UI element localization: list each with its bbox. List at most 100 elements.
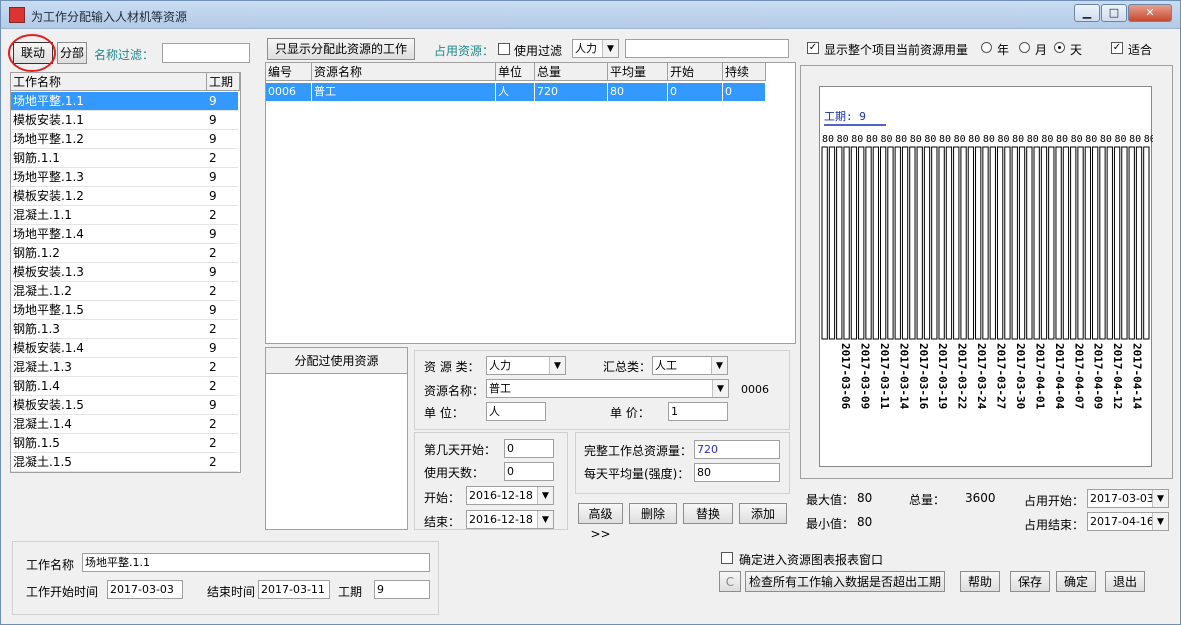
chart-bar	[923, 146, 931, 340]
list-item[interactable]: 混凝土.1.3 2	[11, 358, 238, 377]
list-item[interactable]: 钢筋.1.2 2	[11, 244, 238, 263]
start-date-picker[interactable]: 2016-12-18 ▼	[466, 486, 554, 505]
resource-type-filter-select[interactable]: 人力 ▼	[572, 39, 619, 58]
resource-type-select[interactable]: 人力 ▼	[486, 356, 566, 375]
list-item[interactable]: 混凝土.1.5 2	[11, 453, 238, 472]
start-day-input[interactable]: 0	[504, 439, 554, 458]
c-button[interactable]: C	[719, 571, 741, 592]
end-date-picker[interactable]: 2016-12-18 ▼	[466, 510, 554, 529]
list-item[interactable]: 混凝土.1.1 2	[11, 206, 238, 225]
delete-button[interactable]: 删除	[629, 503, 677, 524]
daily-avg-input[interactable]: 80	[694, 463, 780, 482]
list-item[interactable]: 场地平整.1.4 9	[11, 225, 238, 244]
unit-label: 单 位：	[424, 406, 464, 420]
day-radio[interactable]	[1054, 42, 1065, 53]
list-item[interactable]: 钢筋.1.3 2	[11, 320, 238, 339]
year-radio[interactable]	[981, 42, 992, 53]
list-item[interactable]: 场地平整.1.5 9	[11, 301, 238, 320]
work-name-cell: 场地平整.1.3	[13, 170, 84, 184]
unit-input[interactable]: 人	[486, 402, 546, 421]
show-project-checkbox[interactable]: ✓	[807, 42, 819, 54]
chart-bar	[1121, 146, 1128, 340]
fit-checkbox[interactable]: ✓	[1111, 42, 1123, 54]
duration-label: 工期	[338, 585, 363, 599]
list-item[interactable]: 模板安装.1.2 9	[11, 187, 238, 206]
col-duration-days[interactable]: 持续	[723, 63, 766, 81]
end-time-input[interactable]: 2017-03-11	[258, 580, 330, 599]
col-unit[interactable]: 单位	[496, 63, 535, 81]
used-resources-header: 分配过使用资源	[266, 348, 407, 374]
save-button[interactable]: 保存	[1010, 571, 1050, 592]
chart-bar	[850, 146, 858, 340]
work-name-input[interactable]: 场地平整.1.1	[82, 553, 430, 572]
date-tick-label: 2017-04-01	[1033, 343, 1046, 410]
chart-bar	[996, 146, 1004, 340]
col-total[interactable]: 总量	[535, 63, 608, 81]
ok-button[interactable]: 确定	[1056, 571, 1096, 592]
col-resource-name[interactable]: 资源名称	[312, 63, 496, 81]
occupy-start-picker[interactable]: 2017-03-03 ▼	[1087, 489, 1169, 508]
col-start[interactable]: 开始	[668, 63, 723, 81]
advanced-button[interactable]: 高级>>	[578, 503, 623, 541]
list-item[interactable]: 模板安装.1.1 9	[11, 111, 238, 130]
minimize-button[interactable]: ▁	[1074, 4, 1100, 22]
chart-bar	[938, 146, 945, 340]
chart-bar	[828, 146, 836, 340]
date-tick-label: 2017-03-30	[1014, 343, 1027, 409]
name-filter-input[interactable]	[162, 43, 250, 63]
date-tick-label: 2017-03-09	[858, 343, 871, 409]
work-name-cell: 混凝土.1.5	[13, 455, 72, 469]
duration-input[interactable]: 9	[374, 580, 430, 599]
col-average[interactable]: 平均量	[608, 63, 668, 81]
list-item[interactable]: 场地平整.1.2 9	[11, 130, 238, 149]
use-filter-checkbox[interactable]	[498, 43, 510, 55]
col-work-name[interactable]: 工作名称	[11, 73, 207, 91]
price-input[interactable]: 1	[668, 402, 728, 421]
month-radio[interactable]	[1019, 42, 1030, 53]
work-name-cell: 钢筋.1.5	[13, 436, 60, 450]
list-item[interactable]: 混凝土.1.2 2	[11, 282, 238, 301]
resource-name-select[interactable]: 普工 ▼	[486, 379, 729, 398]
list-item[interactable]: 混凝土.1.4 2	[11, 415, 238, 434]
list-item[interactable]: 模板安装.1.5 9	[11, 396, 238, 415]
use-days-input[interactable]: 0	[504, 462, 554, 481]
check-overrun-button[interactable]: 检查所有工作输入数据是否超出工期	[745, 571, 945, 592]
enter-chart-checkbox[interactable]	[721, 552, 733, 564]
list-item[interactable]: 场地平整.1.3 9	[11, 168, 238, 187]
date-tick-label: 2017-04-09	[1092, 343, 1105, 409]
col-duration[interactable]: 工期	[207, 73, 240, 91]
bar-value-label: 80	[1085, 134, 1097, 145]
exit-button[interactable]: 退出	[1105, 571, 1145, 592]
chart-bar	[887, 146, 894, 340]
chart-bar	[879, 146, 887, 340]
close-button[interactable]: ✕	[1128, 4, 1172, 22]
occupy-end-picker[interactable]: 2017-04-16 ▼	[1087, 512, 1169, 531]
maximize-button[interactable]: □	[1101, 4, 1127, 22]
list-item[interactable]: 场地平整.1.1 9	[11, 92, 238, 111]
resource-filter-input[interactable]	[625, 39, 789, 58]
bar-value-label: 80	[851, 134, 863, 145]
show-only-assigned-button[interactable]: 只显示分配此资源的工作	[267, 38, 415, 60]
list-item[interactable]: 模板安装.1.3 9	[11, 263, 238, 282]
chart-bar	[989, 146, 996, 340]
bar-value-label: 80	[880, 134, 892, 145]
col-id[interactable]: 编号	[266, 63, 312, 81]
total-usage-input[interactable]: 720	[694, 440, 780, 459]
add-button[interactable]: 添加	[739, 503, 787, 524]
partial-button[interactable]: 分部	[57, 42, 87, 64]
replace-button[interactable]: 替换	[683, 503, 733, 524]
end-date-value: 2016-12-18	[469, 513, 533, 526]
list-item[interactable]: 钢筋.1.1 2	[11, 149, 238, 168]
daily-avg-label: 每天平均量(强度)：	[584, 467, 690, 481]
list-item[interactable]: 模板安装.1.4 9	[11, 339, 238, 358]
chart-frame: 工期: 9 80 80 80 80 80 80 80 80 80 80 80 80 80 80 80 80 80 8…	[800, 65, 1173, 479]
summary-type-select[interactable]: 人工 ▼	[652, 356, 728, 375]
bar-value-label: 80	[895, 134, 907, 145]
start-time-input[interactable]: 2017-03-03	[107, 580, 183, 599]
table-row[interactable]: 0006 普工 人 720 80 0 0	[266, 83, 766, 101]
bar-value-label: 80	[939, 134, 951, 145]
summary-type-value: 人工	[655, 359, 677, 372]
list-item[interactable]: 钢筋.1.5 2	[11, 434, 238, 453]
list-item[interactable]: 钢筋.1.4 2	[11, 377, 238, 396]
help-button[interactable]: 帮助	[960, 571, 1000, 592]
